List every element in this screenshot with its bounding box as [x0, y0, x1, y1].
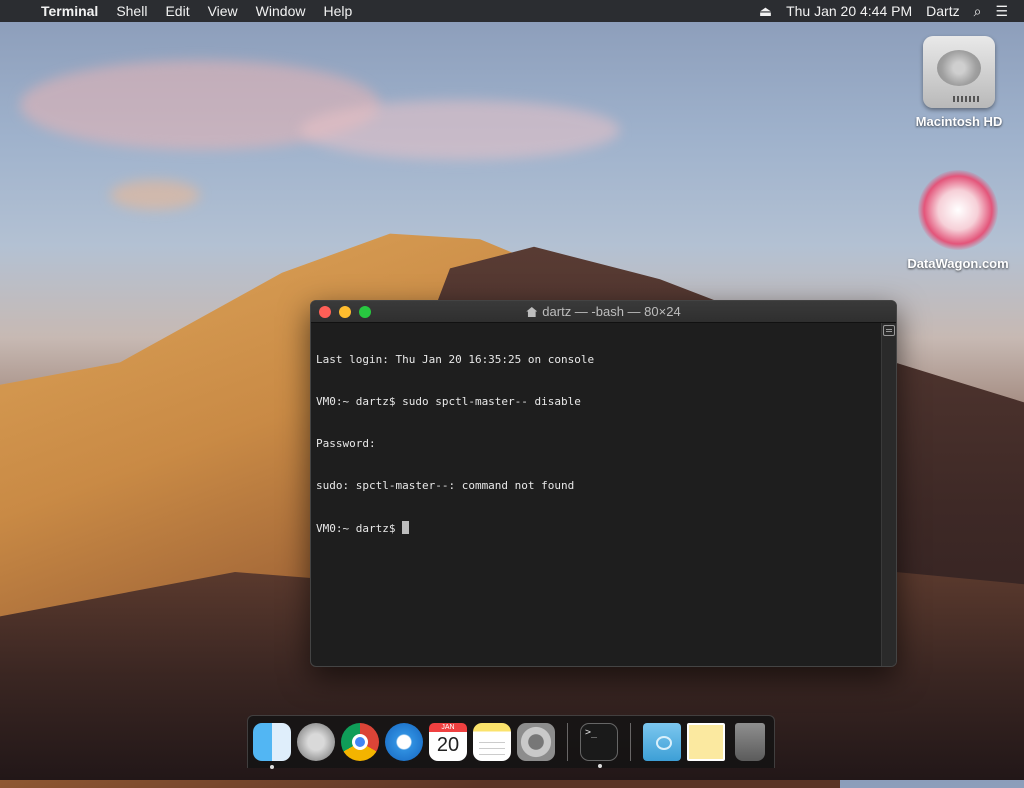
- dock-system-preferences-icon[interactable]: [517, 723, 555, 761]
- prompt-text: VM0:~ dartz$: [316, 522, 403, 535]
- calendar-month: JAN: [429, 723, 467, 732]
- dock-safari-icon[interactable]: [385, 723, 423, 761]
- status-area: ⏏ Thu Jan 20 4:44 PM Dartz ⌕ ☰: [752, 0, 1024, 22]
- desktop-icon-datawagon[interactable]: DataWagon.com: [903, 170, 1013, 271]
- desktop-icon-label: DataWagon.com: [907, 256, 1009, 271]
- text-cursor: [402, 521, 410, 534]
- dock-terminal-icon[interactable]: >_: [580, 723, 618, 768]
- datawagon-logo-icon: [918, 170, 998, 250]
- running-indicator: [270, 765, 274, 769]
- running-indicator: [598, 764, 602, 768]
- dock-downloads-folder-icon[interactable]: [643, 723, 681, 761]
- dock: JAN 20 >_: [247, 715, 775, 769]
- terminal-line: Last login: Thu Jan 20 16:35:25 on conso…: [316, 353, 595, 366]
- desktop-icon-label: Macintosh HD: [915, 114, 1003, 129]
- dock-stickies-icon[interactable]: [687, 723, 725, 761]
- terminal-window[interactable]: dartz — -bash — 80×24 Last login: Thu Ja…: [310, 300, 897, 667]
- eject-icon[interactable]: ⏏: [752, 0, 779, 22]
- dock-calendar-icon[interactable]: JAN 20: [429, 723, 467, 761]
- vertical-scrollbar[interactable]: [881, 323, 896, 666]
- dock-separator: [567, 723, 568, 761]
- clock[interactable]: Thu Jan 20 4:44 PM: [779, 0, 919, 22]
- terminal-line: Password:: [316, 437, 376, 450]
- menu-edit[interactable]: Edit: [156, 0, 198, 22]
- scrollbar-toggle-icon[interactable]: [883, 325, 895, 336]
- notification-center-icon[interactable]: ☰: [988, 0, 1024, 22]
- user-menu[interactable]: Dartz: [919, 0, 966, 22]
- menu-view[interactable]: View: [199, 0, 247, 22]
- menu-bar: Terminal Shell Edit View Window Help ⏏ T…: [0, 0, 1024, 22]
- spotlight-search-icon[interactable]: ⌕: [967, 0, 989, 22]
- terminal-prompt-line: VM0:~ dartz$: [316, 521, 877, 535]
- menu-help[interactable]: Help: [314, 0, 361, 22]
- terminal-line: VM0:~ dartz$ sudo spctl-master-- disable: [316, 395, 581, 408]
- dock-launchpad-icon[interactable]: [297, 723, 335, 761]
- dock-trash-icon[interactable]: [735, 723, 765, 761]
- menu-window[interactable]: Window: [247, 0, 315, 22]
- menu-shell[interactable]: Shell: [107, 0, 156, 22]
- desktop-icon-macintosh-hd[interactable]: Macintosh HD: [904, 36, 1014, 129]
- dock-separator: [630, 723, 631, 761]
- window-title: dartz — -bash — 80×24: [311, 301, 896, 322]
- calendar-day: 20: [436, 734, 460, 756]
- terminal-line: sudo: spctl-master--: command not found: [316, 479, 575, 492]
- terminal-output[interactable]: Last login: Thu Jan 20 16:35:25 on conso…: [311, 323, 882, 666]
- window-titlebar[interactable]: dartz — -bash — 80×24: [311, 301, 896, 323]
- window-title-text: dartz — -bash — 80×24: [542, 304, 681, 319]
- terminal-icon-prompt: >_: [585, 727, 598, 738]
- dock-finder-icon[interactable]: [253, 723, 291, 769]
- dock-chrome-icon[interactable]: [341, 723, 379, 761]
- dock-notes-icon[interactable]: [473, 723, 511, 761]
- menu-app-terminal[interactable]: Terminal: [32, 0, 107, 22]
- hard-drive-icon: [923, 36, 995, 108]
- home-icon: [526, 307, 538, 317]
